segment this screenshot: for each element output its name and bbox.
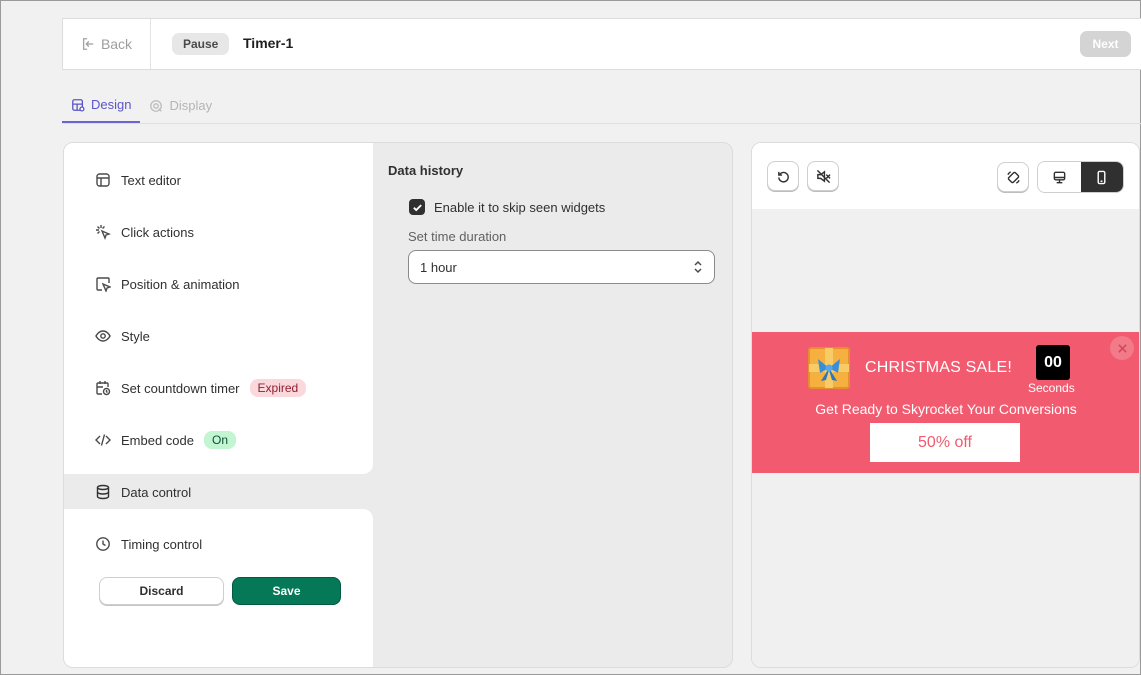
countdown-seconds: 00 bbox=[1036, 345, 1070, 380]
close-icon bbox=[1117, 343, 1127, 353]
checkbox-label: Enable it to skip seen widgets bbox=[434, 199, 606, 215]
tab-divider bbox=[62, 123, 1141, 124]
code-icon bbox=[95, 434, 111, 446]
skip-seen-checkbox[interactable] bbox=[409, 199, 425, 215]
promo-cta-button[interactable]: 50% off bbox=[870, 423, 1020, 462]
gift-icon bbox=[808, 347, 850, 389]
sidebar-item-embed-code[interactable]: Embed code On bbox=[80, 423, 373, 457]
top-bar: Back Pause Timer-1 Next bbox=[62, 18, 1141, 70]
back-label: Back bbox=[100, 36, 133, 52]
tab-bar: Design Display bbox=[62, 88, 221, 124]
promo-banner: CHRISTMAS SALE! 00 Seconds Get Ready to … bbox=[752, 332, 1139, 473]
tab-design[interactable]: Design bbox=[62, 88, 141, 123]
sidebar-item-text-editor[interactable]: Text editor bbox=[80, 163, 373, 197]
expired-badge: Expired bbox=[249, 379, 307, 397]
tab-display[interactable]: Display bbox=[140, 88, 221, 123]
section-title: Data history bbox=[388, 163, 464, 178]
sidebar-item-label: Embed code bbox=[121, 432, 194, 448]
replay-icon bbox=[777, 171, 789, 183]
countdown-unit-label: Seconds bbox=[1028, 381, 1075, 395]
sidebar-item-countdown-timer[interactable]: Set countdown timer Expired bbox=[80, 371, 373, 405]
device-toggle bbox=[1037, 161, 1124, 193]
calendar-clock-icon bbox=[96, 381, 111, 396]
mute-button[interactable] bbox=[807, 161, 839, 191]
close-button[interactable] bbox=[1110, 336, 1134, 360]
clock-icon bbox=[96, 537, 110, 551]
rotate-device-button[interactable] bbox=[997, 162, 1029, 192]
text-editor-icon bbox=[96, 173, 110, 187]
next-button[interactable]: Next bbox=[1080, 31, 1131, 57]
sound-off-icon bbox=[816, 169, 831, 183]
duration-label: Set time duration bbox=[408, 229, 507, 244]
sidebar-item-label: Text editor bbox=[121, 172, 181, 188]
exit-icon bbox=[82, 38, 94, 50]
checkmark-icon bbox=[412, 203, 422, 211]
tab-display-label: Display bbox=[169, 98, 213, 113]
cursor-icon bbox=[96, 277, 111, 292]
desktop-icon bbox=[1053, 171, 1066, 183]
sidebar-item-click-actions[interactable]: Click actions bbox=[80, 215, 373, 249]
sidebar-item-label: Timing control bbox=[121, 536, 203, 552]
database-icon bbox=[96, 484, 110, 500]
on-badge: On bbox=[204, 431, 237, 449]
chevron-up-down-icon bbox=[694, 260, 702, 274]
eye-icon bbox=[95, 330, 111, 342]
replay-button[interactable] bbox=[767, 161, 799, 191]
sidebar-item-label: Position & animation bbox=[121, 276, 240, 292]
duration-value: 1 hour bbox=[420, 259, 457, 275]
preview-toolbar bbox=[752, 143, 1139, 209]
sidebar-item-label: Data control bbox=[121, 484, 192, 500]
sidebar-item-timing-control[interactable]: Timing control bbox=[80, 527, 373, 561]
skip-seen-checkbox-row[interactable]: Enable it to skip seen widgets bbox=[409, 199, 605, 215]
sidebar-item-style[interactable]: Style bbox=[80, 319, 373, 353]
promo-title: CHRISTMAS SALE! bbox=[865, 359, 1013, 376]
preview-panel: CHRISTMAS SALE! 00 Seconds Get Ready to … bbox=[751, 142, 1140, 668]
sidebar-item-position-animation[interactable]: Position & animation bbox=[80, 267, 373, 301]
tab-design-label: Design bbox=[91, 97, 132, 112]
mobile-icon bbox=[1097, 170, 1106, 184]
page-title: Timer-1 bbox=[243, 35, 294, 51]
display-icon bbox=[150, 99, 163, 112]
sidebar-item-label: Style bbox=[121, 328, 150, 344]
design-icon bbox=[72, 98, 85, 112]
duration-select[interactable]: 1 hour bbox=[408, 250, 715, 284]
sidebar-item-label: Click actions bbox=[121, 224, 194, 240]
sidebar-item-label: Set countdown timer bbox=[121, 380, 240, 396]
promo-subtitle: Get Ready to Skyrocket Your Conversions bbox=[815, 401, 1077, 417]
click-icon bbox=[96, 225, 111, 240]
back-button[interactable]: Back bbox=[63, 19, 151, 69]
rotate-icon bbox=[1006, 170, 1020, 184]
desktop-view-button[interactable] bbox=[1038, 162, 1081, 192]
discard-button[interactable]: Discard bbox=[99, 577, 224, 605]
status-badge: Pause bbox=[172, 33, 230, 55]
settings-panel: Text editor Click actions Position & ani… bbox=[63, 142, 733, 668]
sidebar-item-data-control[interactable]: Data control bbox=[80, 475, 373, 509]
mobile-view-button[interactable] bbox=[1080, 162, 1123, 192]
save-button[interactable]: Save bbox=[232, 577, 341, 605]
